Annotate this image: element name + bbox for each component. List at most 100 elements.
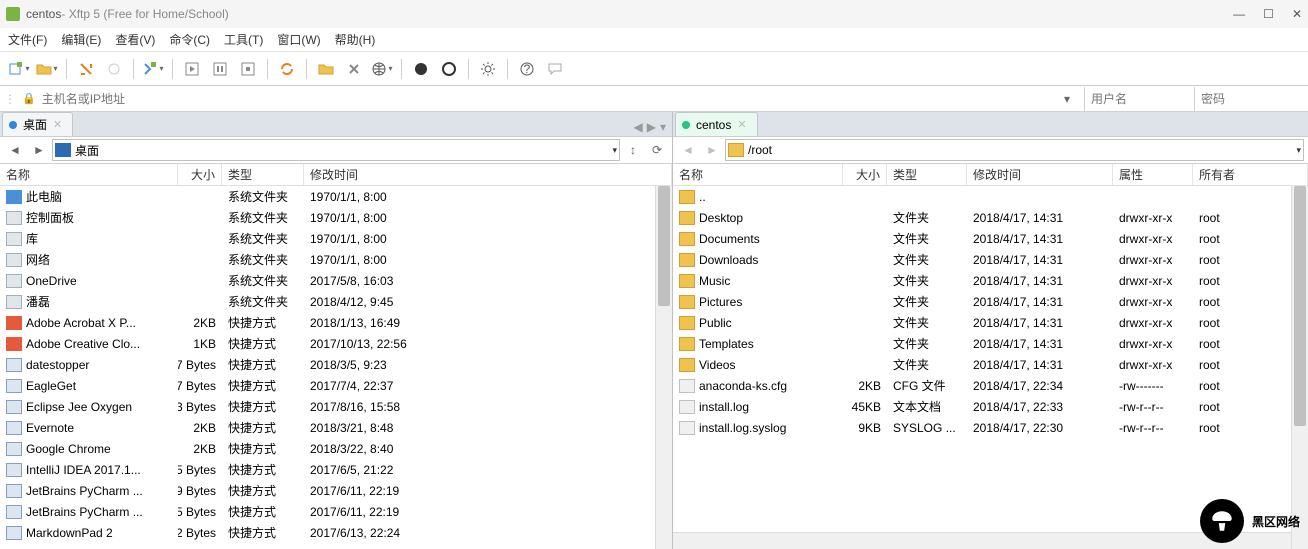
table-row[interactable]: Adobe Creative Clo...1KB快捷方式2017/10/13, … <box>0 333 672 354</box>
table-row[interactable]: Public文件夹2018/4/17, 14:31drwxr-xr-xroot <box>673 312 1308 333</box>
remote-file-list[interactable]: ..Desktop文件夹2018/4/17, 14:31drwxr-xr-xro… <box>673 186 1308 549</box>
scrollbar-v[interactable] <box>1291 186 1308 549</box>
play-button[interactable] <box>181 58 203 80</box>
menu-command[interactable]: 命令(C) <box>169 31 210 48</box>
tab-prev-button[interactable]: ◀ <box>634 120 643 134</box>
col-size[interactable]: 大小 <box>843 164 887 185</box>
table-row[interactable]: Music文件夹2018/4/17, 14:31drwxr-xr-xroot <box>673 270 1308 291</box>
table-row[interactable]: Adobe Acrobat X P...2KB快捷方式2018/1/13, 16… <box>0 312 672 333</box>
tab-next-button[interactable]: ▶ <box>647 120 656 134</box>
settings-button[interactable] <box>477 58 499 80</box>
scrollbar-h[interactable] <box>673 532 1291 549</box>
maximize-button[interactable]: ☐ <box>1263 7 1274 21</box>
tab-list-button[interactable]: ▾ <box>660 120 666 134</box>
menu-edit[interactable]: 编辑(E) <box>61 31 101 48</box>
close-button[interactable]: ✕ <box>1292 7 1302 21</box>
address-input[interactable] <box>42 89 1050 109</box>
back-button[interactable]: ◄ <box>4 139 26 161</box>
sync-button[interactable] <box>276 58 298 80</box>
table-row[interactable]: 控制面板系统文件夹1970/1/1, 8:00 <box>0 207 672 228</box>
language-button[interactable] <box>371 58 393 80</box>
table-row[interactable]: Pictures文件夹2018/4/17, 14:31drwxr-xr-xroo… <box>673 291 1308 312</box>
table-row[interactable]: anaconda-ks.cfg2KBCFG 文件2018/4/17, 22:34… <box>673 375 1308 396</box>
cell-attr: drwxr-xr-x <box>1113 295 1193 309</box>
col-name[interactable]: 名称 <box>673 164 843 185</box>
refresh-button[interactable]: ⟳ <box>646 139 668 161</box>
username-input[interactable] <box>1084 87 1194 111</box>
table-row[interactable]: EagleGet737 Bytes快捷方式2017/7/4, 22:37 <box>0 375 672 396</box>
pause-button[interactable] <box>209 58 231 80</box>
script-button[interactable] <box>438 58 460 80</box>
table-row[interactable]: IntelliJ IDEA 2017.1...625 Bytes快捷方式2017… <box>0 459 672 480</box>
table-row[interactable]: JetBrains PyCharm ...615 Bytes快捷方式2017/6… <box>0 501 672 522</box>
cell-name: Evernote <box>0 421 178 435</box>
menu-file[interactable]: 文件(F) <box>8 31 47 48</box>
file-icon <box>6 316 22 330</box>
help-button[interactable]: ? <box>516 58 538 80</box>
path-dropdown-icon[interactable]: ▾ <box>612 145 617 156</box>
col-date[interactable]: 修改时间 <box>967 164 1113 185</box>
table-row[interactable]: install.log45KB文本文档2018/4/17, 22:33-rw-r… <box>673 396 1308 417</box>
cell-type: 快捷方式 <box>222 419 304 436</box>
feedback-button[interactable] <box>544 58 566 80</box>
password-input[interactable] <box>1194 87 1304 111</box>
menu-help[interactable]: 帮助(H) <box>335 31 376 48</box>
open-button[interactable] <box>36 58 58 80</box>
session-name: centos <box>26 7 61 21</box>
tab-close-button[interactable]: ✕ <box>737 118 746 131</box>
table-row[interactable]: Evernote2KB快捷方式2018/3/21, 8:48 <box>0 417 672 438</box>
addr-dropdown-icon[interactable]: ▾ <box>1056 92 1078 106</box>
delete-button[interactable] <box>343 58 365 80</box>
table-row[interactable]: Videos文件夹2018/4/17, 14:31drwxr-xr-xroot <box>673 354 1308 375</box>
table-row[interactable]: Documents文件夹2018/4/17, 14:31drwxr-xr-xro… <box>673 228 1308 249</box>
table-row[interactable]: Eclipse Jee Oxygen873 Bytes快捷方式2017/8/16… <box>0 396 672 417</box>
menu-view[interactable]: 查看(V) <box>115 31 155 48</box>
stop-button[interactable] <box>237 58 259 80</box>
col-attr[interactable]: 属性 <box>1113 164 1193 185</box>
toggle-button[interactable]: ↕ <box>622 139 644 161</box>
new-transfer-button[interactable] <box>142 58 164 80</box>
table-row[interactable]: OneDrive系统文件夹2017/5/8, 16:03 <box>0 270 672 291</box>
table-row[interactable]: Templates文件夹2018/4/17, 14:31drwxr-xr-xro… <box>673 333 1308 354</box>
path-box[interactable]: 桌面 ▾ <box>52 139 620 161</box>
table-row[interactable]: datestopper547 Bytes快捷方式2018/3/5, 9:23 <box>0 354 672 375</box>
cell-type: 文件夹 <box>887 293 967 310</box>
tab-close-button[interactable]: ✕ <box>53 118 62 131</box>
tab-centos[interactable]: centos ✕ <box>675 112 758 136</box>
menu-tools[interactable]: 工具(T) <box>224 31 263 48</box>
table-row[interactable]: 网络系统文件夹1970/1/1, 8:00 <box>0 249 672 270</box>
back-button[interactable]: ◄ <box>677 139 699 161</box>
cell-name: 潘磊 <box>0 293 178 310</box>
table-row[interactable]: 此电脑系统文件夹1970/1/1, 8:00 <box>0 186 672 207</box>
table-row[interactable]: Desktop文件夹2018/4/17, 14:31drwxr-xr-xroot <box>673 207 1308 228</box>
local-file-list[interactable]: 此电脑系统文件夹1970/1/1, 8:00控制面板系统文件夹1970/1/1,… <box>0 186 672 549</box>
path-box[interactable]: /root ▾ <box>725 139 1304 161</box>
table-row[interactable]: 潘磊系统文件夹2018/4/12, 9:45 <box>0 291 672 312</box>
disconnect-button[interactable] <box>103 58 125 80</box>
new-folder-button[interactable] <box>315 58 337 80</box>
table-row[interactable]: Downloads文件夹2018/4/17, 14:31drwxr-xr-xro… <box>673 249 1308 270</box>
terminal-button[interactable] <box>410 58 432 80</box>
col-type[interactable]: 类型 <box>887 164 967 185</box>
table-row[interactable]: MarkdownPad 2812 Bytes快捷方式2017/6/13, 22:… <box>0 522 672 543</box>
col-type[interactable]: 类型 <box>222 164 304 185</box>
table-row[interactable]: install.log.syslog9KBSYSLOG ...2018/4/17… <box>673 417 1308 438</box>
table-row[interactable]: JetBrains PyCharm ...609 Bytes快捷方式2017/6… <box>0 480 672 501</box>
col-size[interactable]: 大小 <box>178 164 222 185</box>
table-row[interactable]: Google Chrome2KB快捷方式2018/3/22, 8:40 <box>0 438 672 459</box>
path-dropdown-icon[interactable]: ▾ <box>1296 145 1301 156</box>
forward-button[interactable]: ► <box>701 139 723 161</box>
table-row[interactable]: .. <box>673 186 1308 207</box>
menu-window[interactable]: 窗口(W) <box>277 31 320 48</box>
forward-button[interactable]: ► <box>28 139 50 161</box>
reconnect-button[interactable] <box>75 58 97 80</box>
new-session-button[interactable] <box>8 58 30 80</box>
col-date[interactable]: 修改时间 <box>304 164 672 185</box>
col-name[interactable]: 名称 <box>0 164 178 185</box>
tab-desktop[interactable]: 桌面 ✕ <box>2 112 73 136</box>
minimize-button[interactable]: — <box>1233 7 1245 21</box>
cell-type: 文本文档 <box>887 398 967 415</box>
scrollbar-v[interactable] <box>655 186 672 549</box>
table-row[interactable]: 库系统文件夹1970/1/1, 8:00 <box>0 228 672 249</box>
col-own[interactable]: 所有者 <box>1193 164 1308 185</box>
